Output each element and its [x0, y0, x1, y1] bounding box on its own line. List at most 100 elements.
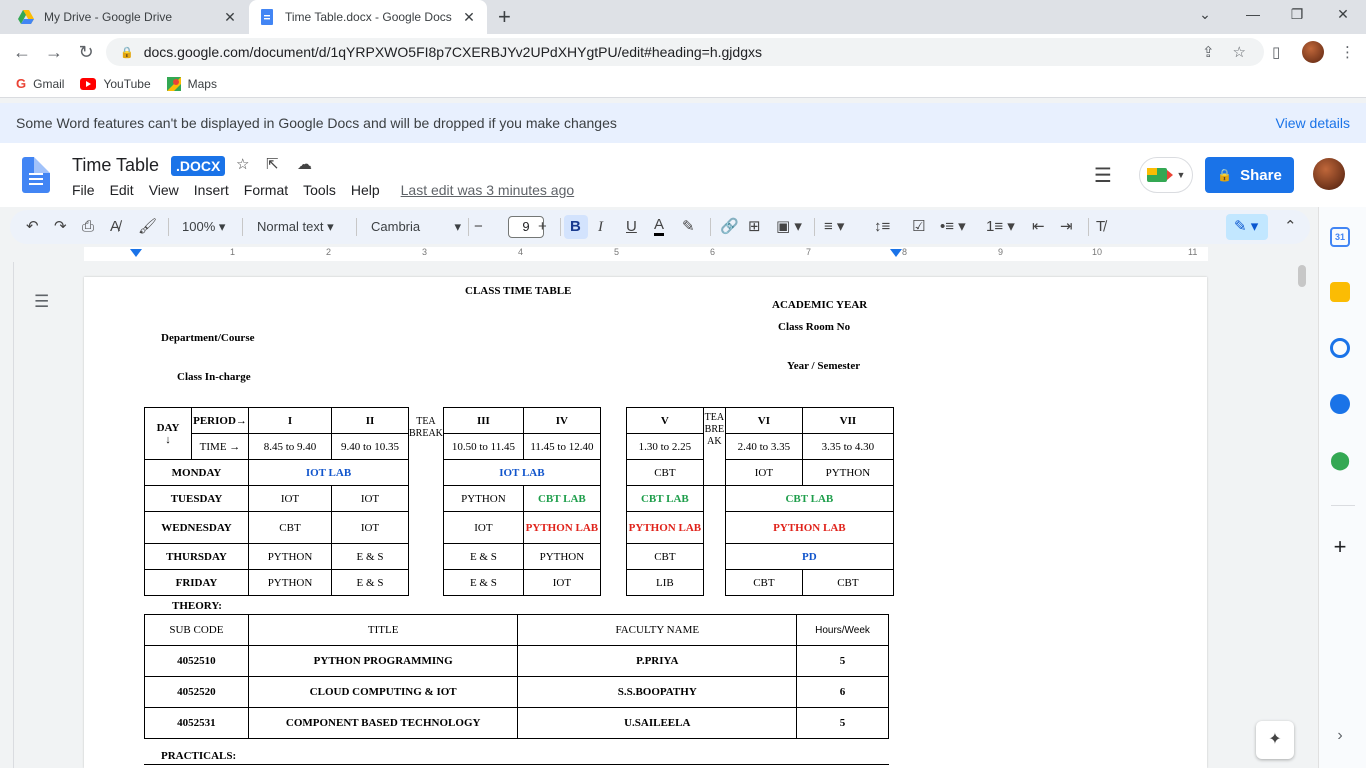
docs-home-icon[interactable] [22, 157, 50, 193]
bookmark-gmail[interactable]: G Gmail [16, 76, 64, 91]
last-edit-link[interactable]: Last edit was 3 minutes ago [401, 182, 575, 198]
department-label: Department/Course [161, 332, 255, 344]
table-row: 4052520 CLOUD COMPUTING & IOT S.S.BOOPAT… [144, 676, 889, 708]
collapse-menus-icon[interactable]: ⌃ [1284, 217, 1297, 237]
spellcheck-icon[interactable]: A̸ [110, 217, 120, 237]
class-cell: IOT [442, 511, 524, 544]
move-folder-icon[interactable]: ⇱ [266, 155, 279, 173]
left-indent-marker[interactable] [130, 249, 142, 257]
maps-pin-icon[interactable]: ⬤ [1330, 450, 1350, 470]
bold-icon[interactable]: B [570, 217, 581, 237]
menu-file[interactable]: File [72, 182, 95, 198]
side-panel-icon[interactable]: ▯ [1272, 43, 1280, 61]
chevron-right-icon[interactable]: › [1330, 727, 1350, 747]
menu-format[interactable]: Format [244, 182, 288, 198]
menu-view[interactable]: View [149, 182, 179, 198]
bookmark-star-icon[interactable]: ☆ [1233, 43, 1246, 61]
numbered-list-icon[interactable]: 1≡ ▾ [986, 217, 1015, 237]
contacts-icon[interactable] [1330, 394, 1350, 414]
class-cell: E & S [331, 569, 409, 596]
calendar-icon[interactable]: 31 [1330, 227, 1350, 247]
tasks-icon[interactable] [1330, 338, 1350, 358]
close-tab-icon[interactable]: ✕ [222, 9, 238, 26]
reload-icon[interactable]: ↻ [74, 42, 98, 62]
table-top-border [144, 764, 889, 765]
share-button[interactable]: 🔒 Share [1205, 157, 1294, 193]
window-close-icon[interactable]: ✕ [1328, 6, 1358, 23]
new-tab-icon[interactable]: + [498, 6, 511, 28]
menu-insert[interactable]: Insert [194, 182, 229, 198]
style-select[interactable]: Normal text ▾ [257, 217, 334, 237]
right-indent-marker[interactable] [890, 249, 902, 257]
text-color-icon[interactable]: A [654, 217, 665, 236]
clear-formatting-icon[interactable]: T̸ [1096, 217, 1105, 237]
bookmark-maps[interactable]: Maps [166, 76, 217, 91]
class-cell: PYTHON LAB [724, 511, 894, 544]
profile-avatar[interactable] [1302, 41, 1324, 63]
class-cell: CBT [625, 543, 704, 570]
paint-format-icon[interactable]: 🖌 [138, 217, 157, 237]
period-cell: VII [801, 407, 894, 434]
star-icon[interactable]: ☆ [236, 155, 249, 173]
doc-heading: CLASS TIME TABLE [465, 285, 572, 297]
tab-search-icon[interactable]: ⌄ [1190, 6, 1220, 23]
day-cell: MONDAY [144, 459, 249, 486]
add-addon-icon[interactable]: + [1330, 536, 1350, 558]
add-comment-icon[interactable]: ⊞ [748, 217, 761, 237]
class-room-label: Class Room No [778, 321, 851, 333]
vertical-scrollbar[interactable] [1298, 265, 1306, 287]
close-tab-icon[interactable]: ✕ [461, 9, 477, 26]
share-page-icon[interactable]: ⇪ [1202, 43, 1215, 61]
increase-indent-icon[interactable]: ⇥ [1060, 217, 1073, 237]
bookmark-youtube[interactable]: YouTube [80, 77, 151, 91]
address-bar[interactable]: 🔒 docs.google.com/document/d/1qYRPXWO5FI… [106, 38, 1264, 66]
cloud-status-icon[interactable]: ☁ [297, 155, 312, 173]
restore-icon[interactable]: ❐ [1282, 6, 1312, 23]
insert-image-icon[interactable]: ▣ ▾ [776, 217, 802, 237]
line-spacing-icon[interactable]: ↕≡ [874, 217, 890, 237]
menu-edit[interactable]: Edit [110, 182, 134, 198]
comment-history-icon[interactable]: ☰ [1094, 163, 1112, 188]
align-icon[interactable]: ≡ ▾ [824, 217, 844, 237]
chrome-menu-icon[interactable]: ⋮ [1340, 43, 1355, 61]
italic-icon[interactable]: I [598, 217, 603, 237]
document-outline-icon[interactable]: ☰ [34, 292, 49, 312]
time-cell: 9.40 to 10.35 [331, 433, 409, 460]
maps-icon [166, 76, 181, 91]
decrease-font-icon[interactable]: − [474, 217, 483, 237]
forward-icon[interactable]: → [42, 42, 66, 62]
view-details-link[interactable]: View details [1276, 115, 1350, 131]
document-title[interactable]: Time Table [72, 155, 159, 176]
undo-icon[interactable]: ↶ [26, 217, 39, 237]
decrease-indent-icon[interactable]: ⇤ [1032, 217, 1045, 237]
underline-icon[interactable]: U [626, 217, 637, 237]
year-semester-label: Year / Semester [787, 360, 861, 372]
lock-icon[interactable]: 🔒 [120, 46, 134, 59]
font-select[interactable]: Cambria ▾ [371, 217, 461, 237]
redo-icon[interactable]: ↷ [54, 217, 67, 237]
class-cell: IOT LAB [248, 459, 409, 486]
class-cell: CBT LAB [522, 485, 601, 512]
zoom-select[interactable]: 100% ▾ [182, 217, 225, 237]
print-icon[interactable]: ⎙ [82, 217, 94, 237]
class-cell: PYTHON [801, 459, 894, 486]
menu-tools[interactable]: Tools [303, 182, 336, 198]
explore-assistant-icon[interactable]: ✦ [1256, 721, 1294, 759]
insert-link-icon[interactable]: 🔗 [720, 217, 739, 237]
document-page[interactable]: CLASS TIME TABLE ACADEMIC YEAR Class Roo… [84, 277, 1207, 768]
back-icon[interactable]: ← [10, 42, 34, 62]
increase-font-icon[interactable]: + [538, 217, 547, 237]
menu-help[interactable]: Help [351, 182, 380, 198]
highlight-color-icon[interactable]: ✎ [682, 217, 695, 237]
tab-time-table[interactable]: Time Table.docx - Google Docs ✕ [249, 0, 487, 34]
account-avatar[interactable] [1313, 158, 1345, 190]
timetable: DAY ↓ PERIOD→ I II TEA BREAK III IV V TEA… [144, 407, 894, 596]
minimize-icon[interactable]: — [1238, 6, 1268, 22]
checklist-icon[interactable]: ☑ [912, 217, 925, 237]
tab-my-drive[interactable]: My Drive - Google Drive ✕ [8, 0, 248, 34]
bulleted-list-icon[interactable]: •≡ ▾ [940, 217, 966, 237]
class-cell: CBT [801, 569, 894, 596]
docx-badge[interactable]: .DOCX [171, 156, 226, 176]
keep-icon[interactable] [1330, 282, 1350, 302]
meet-button[interactable]: ▼ [1139, 157, 1193, 193]
